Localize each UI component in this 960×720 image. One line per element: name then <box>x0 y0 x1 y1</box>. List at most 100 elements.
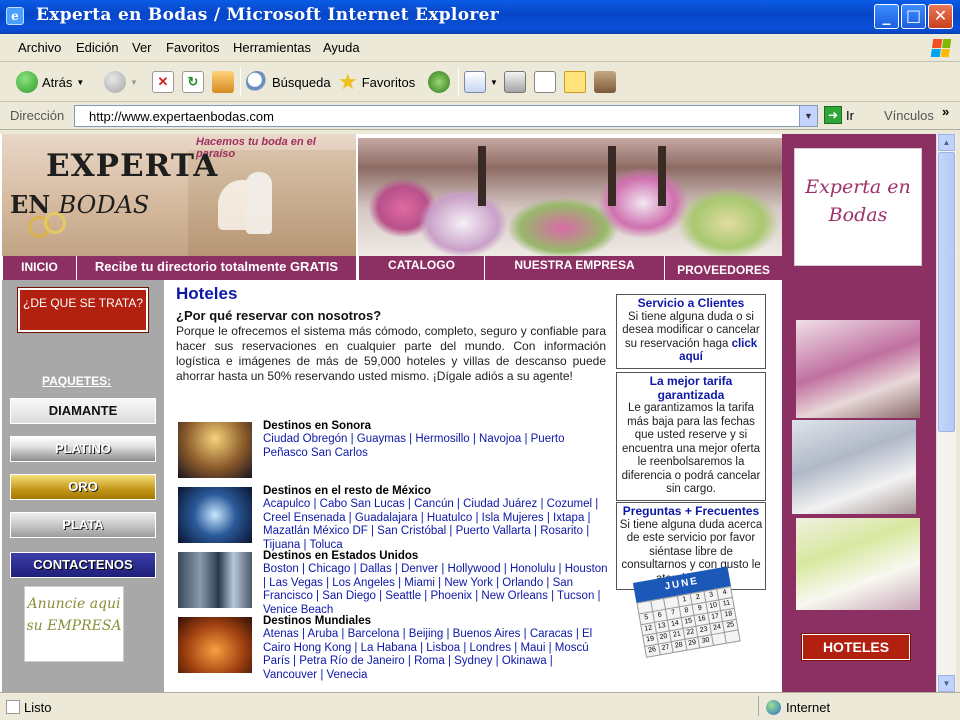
servicio-clientes-box: Servicio a Clientes Si tiene alguna duda… <box>616 294 766 369</box>
edit-icon <box>534 71 556 93</box>
nav-nuestra-empresa[interactable]: NUESTRA EMPRESA <box>484 256 664 280</box>
address-input[interactable]: http://www.expertaenbodas.com ▼ <box>74 105 818 127</box>
windows-logo-icon <box>930 39 952 57</box>
forward-button[interactable]: ▼ <box>104 69 138 95</box>
messenger-button[interactable] <box>594 69 616 95</box>
address-url: http://www.expertaenbodas.com <box>89 109 274 124</box>
mail-icon <box>464 71 486 93</box>
package-oro-button[interactable]: ORO <box>10 474 156 500</box>
address-dropdown-icon[interactable]: ▼ <box>799 106 817 126</box>
status-bar: Listo Internet <box>0 692 960 720</box>
contactenos-button[interactable]: CONTACTENOS <box>10 552 156 578</box>
menu-archivo[interactable]: Archivo <box>18 40 61 55</box>
back-button[interactable]: Atrás ▼ <box>16 69 84 95</box>
destination-links[interactable]: Boston | Chicago | Dallas | Denver | Hol… <box>263 563 609 617</box>
package-diamante-button[interactable]: DIAMANTE <box>10 398 156 424</box>
box-text: Le garantizamos la tarifa más baja para … <box>621 402 761 495</box>
vertical-scrollbar[interactable]: ▲ ▼ <box>936 134 956 692</box>
box-title: Servicio a Clientes <box>637 296 745 310</box>
search-label: Búsqueda <box>272 74 331 90</box>
close-button[interactable]: ✕ <box>928 4 953 29</box>
page-icon <box>6 700 20 714</box>
intro-paragraph: Porque le ofrecemos el sistema más cómod… <box>176 324 606 383</box>
que-se-trata-button[interactable]: ¿DE QUE SE TRATA? <box>17 287 149 333</box>
calendar-day <box>712 632 727 645</box>
left-sidebar: ¿DE QUE SE TRATA? PAQUETES: DIAMANTE PLA… <box>2 280 164 692</box>
world-photo <box>178 617 252 673</box>
destination-links[interactable]: Acapulco | Cabo San Lucas | Cancún | Ciu… <box>263 498 609 552</box>
status-text: Listo <box>24 700 52 715</box>
stop-button[interactable]: ✕ <box>152 69 174 95</box>
menu-herramientas[interactable]: Herramientas <box>233 40 311 55</box>
nav-directorio-gratis[interactable]: Recibe tu directorio totalmente GRATIS <box>76 256 356 280</box>
experta-bodas-logo: Experta en Bodas <box>794 148 922 266</box>
menu-ver[interactable]: Ver <box>132 40 152 55</box>
table-setting-photo <box>358 138 782 256</box>
discuss-button[interactable] <box>564 69 586 95</box>
favorites-label: Favoritos <box>361 74 416 90</box>
calendar-day: 29 <box>685 637 700 650</box>
mexico-photo <box>178 487 252 543</box>
calendar-icon: JUNE 1 2 3 4 5 6 7 8 9 10 11 12 13 14 15 16 17 18 19 20 21 22… <box>632 566 743 671</box>
scroll-up-icon[interactable]: ▲ <box>938 134 955 151</box>
menu-edicion[interactable]: Edición <box>76 40 119 55</box>
home-button[interactable] <box>212 69 234 95</box>
internet-zone-icon <box>766 700 781 715</box>
menu-ayuda[interactable]: Ayuda <box>323 40 360 55</box>
scroll-thumb[interactable] <box>938 152 955 432</box>
mail-button[interactable]: ▼ <box>464 69 498 95</box>
links-label[interactable]: Vínculos <box>884 108 934 123</box>
calendar-day: 27 <box>658 642 673 655</box>
search-button[interactable]: Búsqueda <box>246 69 331 95</box>
destination-links[interactable]: Atenas | Aruba | Barcelona | Beijing | B… <box>263 628 609 682</box>
minimize-button[interactable]: _ <box>874 4 899 29</box>
box-title: La mejor tarifa garantizada <box>649 374 733 402</box>
tagline: Hacemos tu boda en el paraíso <box>196 136 316 160</box>
maximize-button[interactable]: □ <box>901 4 926 29</box>
stop-icon: ✕ <box>152 71 174 93</box>
nav-proveedores[interactable]: PROVEEDORES <box>664 256 782 280</box>
edit-button[interactable] <box>534 69 556 95</box>
star-icon: ★ <box>338 69 358 94</box>
chevron-right-icon[interactable]: » <box>942 104 949 119</box>
advertise-banner[interactable]: Anuncie aqui su EMPRESA <box>24 586 124 662</box>
main-content: Hoteles ¿Por qué reservar con nosotros? … <box>176 284 606 384</box>
back-arrow-icon <box>16 71 38 93</box>
package-platino-button[interactable]: PLATINO <box>10 436 156 462</box>
wedding-decor-photo-1 <box>796 320 920 418</box>
refresh-button[interactable]: ↻ <box>182 69 204 95</box>
destination-title: Destinos en el resto de México <box>263 485 432 497</box>
scroll-down-icon[interactable]: ▼ <box>938 675 955 692</box>
go-arrow-icon: ➜ <box>824 106 842 124</box>
toolbar: Atrás ▼ ▼ ✕ ↻ Búsqueda ★ Favoritos ▼ <box>0 62 960 102</box>
destination-title: Destinos en Sonora <box>263 420 371 432</box>
box-title[interactable]: Preguntas + Frecuentes <box>619 504 763 519</box>
package-plata-button[interactable]: PLATA <box>10 512 156 538</box>
destination-title: Destinos en Estados Unidos <box>263 550 419 562</box>
print-button[interactable] <box>504 69 526 95</box>
destination-links[interactable]: Ciudad Obregón | Guaymas | Hermosillo | … <box>263 433 609 460</box>
favorites-button[interactable]: ★ Favoritos <box>338 69 415 95</box>
history-icon <box>428 71 450 93</box>
nav-inicio[interactable]: INICIO <box>2 256 76 280</box>
nav-catalogo[interactable]: CATALOGO <box>358 256 484 280</box>
go-button[interactable]: ➜ Ir <box>824 106 854 124</box>
menu-bar: Archivo Edición Ver Favoritos Herramient… <box>0 34 960 62</box>
calendar-day: 30 <box>698 635 713 648</box>
page-viewport: Hacemos tu boda en el paraíso EXPERTA EN… <box>0 134 936 692</box>
calendar-day <box>725 630 740 643</box>
address-label: Dirección <box>10 108 65 123</box>
mejor-tarifa-box: La mejor tarifa garantizada Le garantiza… <box>616 372 766 501</box>
research-icon <box>594 71 616 93</box>
paquetes-link[interactable]: PAQUETES: <box>42 374 111 388</box>
wedding-decor-photo-2 <box>792 420 916 514</box>
go-label: Ir <box>846 107 854 123</box>
logo-experta: EXPERTA <box>46 148 219 184</box>
security-zone: Internet <box>786 700 831 715</box>
calendar-day: 28 <box>671 639 687 652</box>
hoteles-button[interactable]: HOTELES <box>801 633 911 661</box>
history-button[interactable] <box>428 69 450 95</box>
printer-icon <box>504 71 526 93</box>
ie-app-icon: e <box>6 7 24 25</box>
menu-favoritos[interactable]: Favoritos <box>166 40 219 55</box>
